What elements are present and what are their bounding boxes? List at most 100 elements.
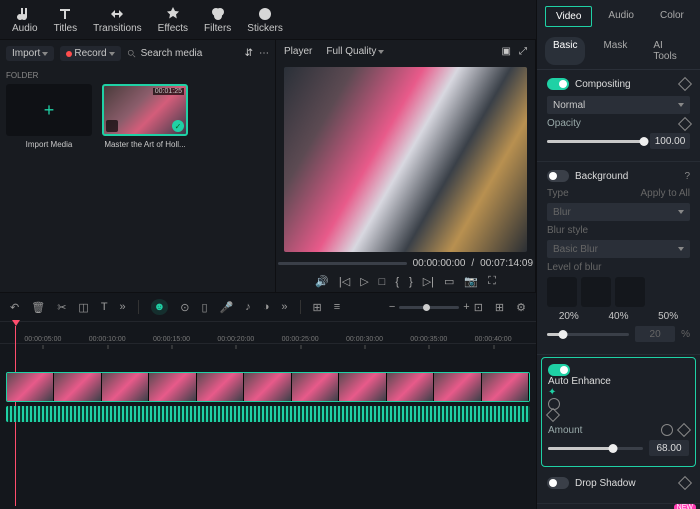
bg-type-value: Blur bbox=[553, 207, 571, 218]
camera-icon[interactable]: 📷 bbox=[464, 275, 478, 288]
check-icon: ✓ bbox=[172, 120, 184, 132]
undo-button[interactable]: ↶ bbox=[10, 301, 19, 314]
fit-button[interactable]: ⊡ bbox=[474, 301, 483, 314]
mic-button[interactable]: 🎤 bbox=[220, 301, 234, 314]
keyframe-icon[interactable] bbox=[677, 423, 691, 437]
keyframe-icon[interactable] bbox=[678, 476, 692, 490]
total-time: 00:07:14:09 bbox=[480, 258, 533, 269]
blur-slider[interactable] bbox=[547, 333, 629, 336]
keyframe-icon[interactable] bbox=[678, 116, 692, 130]
zoom-slider[interactable] bbox=[399, 306, 459, 309]
video-track[interactable]: Master the Art of Hollywood Titles · Won… bbox=[6, 372, 530, 402]
drop-shadow-title: Drop Shadow bbox=[575, 478, 674, 489]
unit-label: % bbox=[681, 329, 690, 340]
opacity-slider[interactable] bbox=[547, 140, 644, 143]
record-dropdown[interactable]: Record bbox=[60, 46, 120, 61]
apply-all-button[interactable]: Apply to All bbox=[641, 188, 690, 199]
subtab-mask[interactable]: Mask bbox=[595, 37, 635, 65]
drop-shadow-toggle[interactable] bbox=[547, 477, 569, 489]
mix-button[interactable]: ⊞ bbox=[313, 301, 322, 314]
amount-value[interactable]: 68.00 bbox=[649, 440, 689, 456]
reset-icon[interactable] bbox=[661, 424, 673, 436]
subtab-basic[interactable]: Basic bbox=[545, 37, 585, 65]
tool-label: Filters bbox=[204, 23, 231, 34]
next-frame-button[interactable]: ▷| bbox=[423, 275, 434, 288]
keyframe-icon[interactable] bbox=[546, 408, 560, 422]
delete-button[interactable]: 🗑 bbox=[31, 301, 45, 314]
keyframe-icon[interactable] bbox=[678, 77, 692, 91]
settings-icon[interactable]: ⚙ bbox=[516, 301, 526, 314]
tick: 00:00:40:00 bbox=[475, 336, 512, 343]
media-panel: Import Record Search media ⇵ ⋯ FOLDER + … bbox=[0, 40, 276, 292]
text-button[interactable]: T bbox=[101, 301, 108, 313]
more-icon[interactable]: ⋯ bbox=[259, 48, 269, 59]
blend-mode-select[interactable]: Normal bbox=[547, 96, 690, 114]
marker-button[interactable]: ▯ bbox=[201, 301, 207, 314]
timeline-ruler[interactable]: 00:00:05:00 00:00:10:00 00:00:15:00 00:0… bbox=[0, 322, 536, 344]
stop-button[interactable]: □ bbox=[379, 276, 386, 288]
tab-audio[interactable]: Audio bbox=[598, 6, 644, 27]
color-button[interactable]: ◑ bbox=[263, 301, 270, 313]
media-clip-card[interactable]: 00:01:25 ✓ Master the Art of Holl... bbox=[102, 84, 188, 149]
tool-transitions[interactable]: Transitions bbox=[93, 6, 142, 34]
compositing-toggle[interactable] bbox=[547, 78, 569, 90]
speed-button[interactable]: ⊙ bbox=[180, 301, 189, 314]
playhead[interactable] bbox=[12, 320, 20, 326]
tool-effects[interactable]: Effects bbox=[158, 6, 188, 34]
section-drop-shadow: Drop Shadow bbox=[537, 469, 700, 504]
audio-track[interactable] bbox=[6, 406, 530, 422]
preview-viewport[interactable] bbox=[284, 67, 527, 252]
blur-preset[interactable] bbox=[615, 277, 645, 307]
time-sep: / bbox=[471, 258, 474, 269]
bg-style-select[interactable]: Basic Blur bbox=[547, 240, 690, 258]
volume-icon[interactable]: 🔊 bbox=[315, 275, 329, 288]
prev-frame-button[interactable]: |◁ bbox=[339, 275, 350, 288]
expand-icon[interactable]: ⤢ bbox=[519, 46, 527, 57]
opacity-value[interactable]: 100.00 bbox=[650, 133, 690, 149]
sort-button[interactable]: ≡ bbox=[334, 301, 340, 313]
tick: 00:00:25:00 bbox=[282, 336, 319, 343]
zoom-in-button[interactable]: + bbox=[463, 301, 469, 313]
player-progress[interactable] bbox=[278, 262, 407, 265]
mark-in-button[interactable]: { bbox=[395, 276, 399, 288]
blur-preset[interactable] bbox=[581, 277, 611, 307]
zoom-out-button[interactable]: − bbox=[389, 301, 395, 313]
crop-button[interactable]: ◫ bbox=[78, 301, 88, 314]
more-button[interactable]: » bbox=[120, 301, 126, 313]
import-dropdown[interactable]: Import bbox=[6, 46, 54, 61]
search-input[interactable]: Search media bbox=[127, 48, 239, 59]
blur-preset[interactable] bbox=[547, 277, 577, 307]
tick: 00:00:15:00 bbox=[153, 336, 190, 343]
folder-label: FOLDER bbox=[6, 71, 269, 80]
display-icon[interactable]: ▭ bbox=[444, 275, 454, 288]
tool-filters[interactable]: Filters bbox=[204, 6, 231, 34]
tab-video[interactable]: Video bbox=[545, 6, 592, 27]
tool-label: Transitions bbox=[93, 23, 142, 34]
tool-titles[interactable]: Titles bbox=[54, 6, 78, 34]
background-toggle[interactable] bbox=[547, 170, 569, 182]
audio-button[interactable]: ♪ bbox=[245, 301, 251, 313]
ai-tool-button[interactable]: ☻ bbox=[151, 299, 169, 315]
filter-icon[interactable]: ⇵ bbox=[245, 48, 253, 59]
help-icon[interactable]: ? bbox=[684, 171, 690, 182]
subtab-ai[interactable]: AI Tools bbox=[645, 37, 692, 65]
clip-duration: 00:01:25 bbox=[153, 88, 184, 95]
auto-enhance-toggle[interactable] bbox=[548, 364, 570, 376]
more2-button[interactable]: » bbox=[281, 301, 287, 313]
section-compositing: Compositing Normal Opacity 100.00 bbox=[537, 70, 700, 162]
grid-icon[interactable]: ⊞ bbox=[495, 301, 504, 314]
tool-stickers[interactable]: Stickers bbox=[247, 6, 283, 34]
tab-color[interactable]: Color bbox=[650, 6, 694, 27]
quality-dropdown[interactable]: Full Quality bbox=[320, 44, 390, 59]
bg-type-select[interactable]: Blur bbox=[547, 203, 690, 221]
blur-value[interactable]: 20 bbox=[635, 326, 675, 342]
cut-button[interactable]: ✂ bbox=[57, 301, 66, 314]
mark-out-button[interactable]: } bbox=[409, 276, 413, 288]
snapshot-icon[interactable]: ▣ bbox=[502, 46, 511, 57]
fullscreen-icon[interactable]: ⛶ bbox=[488, 275, 496, 288]
auto-enhance-title: Auto Enhance bbox=[548, 376, 689, 387]
tool-audio[interactable]: Audio bbox=[12, 6, 38, 34]
import-media-card[interactable]: + Import Media bbox=[6, 84, 92, 149]
play-button[interactable]: ▷ bbox=[360, 275, 368, 288]
amount-slider[interactable] bbox=[548, 447, 643, 450]
